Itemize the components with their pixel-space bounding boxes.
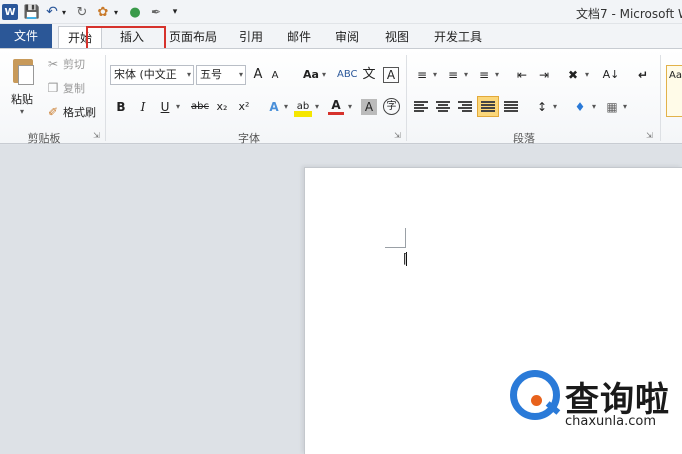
increase-indent-icon[interactable]: ⇥ bbox=[536, 65, 552, 85]
bullets-icon[interactable]: ≡ bbox=[414, 65, 430, 85]
title-bar: W 💾 ↶ ▾ ↻ ✿ ▾ ● ✒ ▾ 文档7 - Microsoft W bbox=[0, 0, 682, 24]
copy-icon: ❐ bbox=[47, 81, 59, 95]
font-size-select[interactable]: 五号 ▾ bbox=[196, 65, 246, 85]
borders-dropdown-icon[interactable]: ▾ bbox=[621, 97, 629, 117]
bold-button[interactable]: B bbox=[114, 97, 128, 117]
styles-gallery[interactable]: Aa bbox=[666, 65, 682, 117]
window-title: 文档7 - Microsoft W bbox=[576, 7, 682, 21]
chevron-down-icon: ▾ bbox=[186, 70, 191, 79]
character-shading-button[interactable]: A bbox=[361, 99, 377, 115]
margin-marker bbox=[385, 247, 405, 248]
paragraph-group-label: 段落 bbox=[513, 132, 535, 145]
highlight-dropdown-icon[interactable]: ▾ bbox=[313, 97, 321, 117]
ibeam-cursor-icon: ⌈ bbox=[403, 252, 409, 267]
paste-dropdown-icon[interactable]: ▾ bbox=[20, 107, 24, 116]
numbering-icon[interactable]: ≡ bbox=[445, 65, 461, 85]
undo-dropdown-icon[interactable]: ▾ bbox=[60, 3, 68, 21]
chinese-layout-dropdown-icon[interactable]: ▾ bbox=[583, 65, 591, 85]
chinese-layout-icon[interactable]: ✖ bbox=[564, 65, 582, 85]
grow-font-button[interactable]: A bbox=[250, 65, 266, 85]
format-painter-icon[interactable]: ✿ bbox=[95, 3, 111, 21]
font-color-dropdown-icon[interactable]: ▾ bbox=[346, 97, 354, 117]
tab-file[interactable]: 文件 bbox=[0, 24, 52, 48]
highlight-button[interactable]: ab bbox=[294, 97, 312, 117]
word-app-icon[interactable]: W bbox=[2, 4, 18, 20]
decrease-indent-icon[interactable]: ⇤ bbox=[514, 65, 530, 85]
copy-button[interactable]: ❐ 复制 bbox=[46, 79, 85, 97]
italic-button[interactable]: I bbox=[136, 97, 150, 117]
divider bbox=[406, 55, 407, 141]
format-painter-label: 格式刷 bbox=[63, 106, 96, 119]
font-name-value: 宋体 (中文正 bbox=[114, 68, 177, 81]
superscript-button[interactable]: x² bbox=[236, 97, 252, 117]
character-border-button[interactable]: A bbox=[383, 67, 399, 83]
tab-review[interactable]: 审阅 bbox=[330, 26, 364, 48]
copy-label: 复制 bbox=[63, 82, 85, 95]
format-painter-button[interactable]: ✐ 格式刷 bbox=[46, 103, 96, 121]
undo-icon[interactable]: ↶ bbox=[44, 3, 60, 21]
underline-button[interactable]: U bbox=[158, 97, 172, 117]
justify-icon[interactable] bbox=[481, 101, 495, 113]
scissors-icon: ✂ bbox=[47, 57, 59, 71]
cut-button[interactable]: ✂ 剪切 bbox=[46, 55, 85, 73]
chevron-down-icon: ▾ bbox=[238, 70, 243, 79]
watermark-logo-dot bbox=[531, 395, 542, 406]
ribbon: 粘贴 ▾ ✂ 剪切 ❐ 复制 ✐ 格式刷 剪贴板 ⇲ 宋体 (中文正 ▾ 五号 … bbox=[0, 48, 682, 145]
bullets-dropdown-icon[interactable]: ▾ bbox=[431, 65, 439, 85]
clipboard-group-label: 剪贴板 bbox=[27, 132, 61, 145]
text-effects-button[interactable]: A bbox=[266, 97, 282, 117]
cut-label: 剪切 bbox=[63, 58, 85, 71]
multilevel-dropdown-icon[interactable]: ▾ bbox=[493, 65, 501, 85]
tab-page-layout[interactable]: 页面布局 bbox=[164, 26, 222, 48]
numbering-dropdown-icon[interactable]: ▾ bbox=[462, 65, 470, 85]
multilevel-list-icon[interactable]: ≡ bbox=[476, 65, 492, 85]
paste-icon[interactable] bbox=[9, 55, 37, 85]
paragraph-launcher-icon[interactable]: ⇲ bbox=[646, 131, 653, 140]
color-icon[interactable]: ● bbox=[127, 3, 143, 21]
divider bbox=[660, 55, 661, 141]
shrink-font-button[interactable]: A bbox=[268, 66, 282, 86]
font-group-label: 字体 bbox=[238, 132, 260, 145]
shading-dropdown-icon[interactable]: ▾ bbox=[590, 97, 598, 117]
font-name-select[interactable]: 宋体 (中文正 ▾ bbox=[110, 65, 194, 85]
font-color-button[interactable]: A bbox=[328, 97, 344, 115]
tab-view[interactable]: 视图 bbox=[380, 26, 414, 48]
font-size-value: 五号 bbox=[200, 68, 222, 81]
pen-icon[interactable]: ✒ bbox=[148, 3, 164, 21]
brush-icon: ✐ bbox=[47, 105, 59, 119]
change-case-button[interactable]: Aa bbox=[300, 65, 322, 85]
redo-icon[interactable]: ↻ bbox=[74, 3, 90, 21]
align-center-icon[interactable] bbox=[436, 101, 450, 113]
effects-dropdown-icon[interactable]: ▾ bbox=[282, 97, 290, 117]
customize-quick-access-icon[interactable]: ▾ bbox=[170, 3, 180, 21]
margin-marker bbox=[405, 228, 406, 248]
distributed-icon[interactable] bbox=[504, 101, 518, 113]
divider bbox=[105, 55, 106, 141]
line-spacing-dropdown-icon[interactable]: ▾ bbox=[551, 97, 559, 117]
tab-mailings[interactable]: 邮件 bbox=[282, 26, 316, 48]
font-launcher-icon[interactable]: ⇲ bbox=[394, 131, 401, 140]
tab-developer[interactable]: 开发工具 bbox=[428, 26, 488, 48]
case-dropdown-icon[interactable]: ▾ bbox=[320, 65, 328, 85]
paste-button[interactable]: 粘贴 bbox=[11, 91, 33, 107]
borders-icon[interactable]: ▦ bbox=[604, 97, 620, 117]
sort-icon[interactable]: A↓ bbox=[602, 65, 620, 85]
subscript-button[interactable]: x₂ bbox=[214, 97, 230, 117]
shading-icon[interactable]: ♦ bbox=[572, 97, 588, 117]
paint-dropdown-icon[interactable]: ▾ bbox=[112, 3, 120, 21]
line-spacing-icon[interactable]: ↕ bbox=[534, 97, 550, 117]
pinyin-guide-button[interactable]: 文 bbox=[360, 65, 378, 85]
clear-format-icon[interactable]: ABC bbox=[337, 65, 358, 85]
save-icon[interactable]: 💾 bbox=[24, 3, 40, 21]
show-marks-icon[interactable]: ↵ bbox=[636, 65, 650, 85]
strikethrough-button[interactable]: abc bbox=[190, 97, 210, 117]
clipboard-launcher-icon[interactable]: ⇲ bbox=[93, 131, 100, 140]
underline-dropdown-icon[interactable]: ▾ bbox=[174, 97, 182, 117]
align-left-icon[interactable] bbox=[414, 101, 428, 113]
enclose-characters-button[interactable]: 字 bbox=[383, 98, 400, 115]
align-right-icon[interactable] bbox=[458, 101, 472, 113]
watermark-url: chaxunla.com bbox=[565, 414, 656, 429]
tab-references[interactable]: 引用 bbox=[234, 26, 268, 48]
